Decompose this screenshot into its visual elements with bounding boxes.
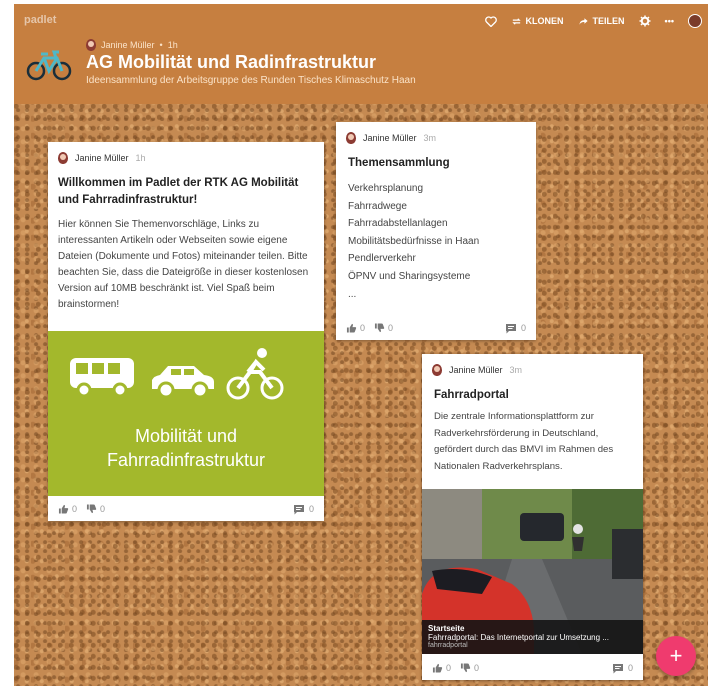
list-item: Fahrradwege [348,200,407,212]
dislike-count: 0 [100,504,106,514]
repeat-icon [511,17,521,25]
dislike-count: 0 [388,323,394,333]
list-item: Fahrradabstellanlagen [348,218,448,230]
post-time: 1h [135,153,146,163]
board-author-name: Janine Müller [101,40,155,50]
topic-list: Verkehrsplanung Fahrradwege Fahrradabste… [348,180,524,303]
post-author-name: Janine Müller [449,365,503,375]
link-site: fahrradportal [428,642,468,649]
comment-count: 0 [627,663,633,673]
comment-icon[interactable] [293,504,305,515]
thumbs-up-icon[interactable] [346,323,357,333]
post-body: Die zentrale Informationsplattform zur R… [434,411,614,472]
post-card-welcome[interactable]: Janine Müller 1h Willkommen im Padlet de… [48,142,324,521]
like-board-button[interactable] [484,15,497,27]
padlet-board: padlet KLONEN TEILEN ••• Janine Müller •… [14,4,708,686]
board-subtitle: Ideensammlung der Arbeitsgruppe des Rund… [86,75,416,86]
post-footer: 0 0 0 [336,316,536,340]
post-author-name: Janine Müller [75,153,129,163]
add-post-button[interactable]: + [656,636,696,676]
post-author: Janine Müller 3m [422,354,643,376]
share-label: TEILEN [592,16,625,26]
author-avatar [86,39,96,51]
post-author: Janine Müller 3m [336,122,536,144]
board-author: Janine Müller • 1h [86,39,178,51]
share-button[interactable]: TEILEN [578,16,625,27]
comment-icon[interactable] [612,663,624,674]
heart-icon [484,15,497,27]
post-title: Fahrradportal [434,389,509,401]
padlet-logo[interactable]: padlet [24,14,56,26]
post-author-name: Janine Müller [363,133,417,143]
post-time: 3m [509,365,523,375]
thumbs-down-icon[interactable] [374,323,385,333]
post-card-fahrradportal[interactable]: Janine Müller 3m Fahrradportal Die zentr… [422,354,643,680]
link-preview[interactable]: Startseite Fahrradportal: Das Internetpo… [422,489,643,654]
list-item: Mobilitätsbedürfnisse in Haan [348,235,480,247]
board-time: 1h [167,40,178,50]
thumbs-down-icon[interactable] [460,663,471,673]
bicycle-icon [26,50,72,81]
link-label: Startseite [428,624,465,633]
author-avatar [432,364,442,376]
post-time: 3m [423,133,437,143]
post-body: Hier können Sie Themenvorschläge, Links … [58,219,309,310]
like-count: 0 [360,323,366,333]
post-author: Janine Müller 1h [48,142,324,164]
like-count: 0 [446,663,452,673]
post-card-themensammlung[interactable]: Janine Müller 3m Themensammlung Verkehrs… [336,122,536,340]
post-footer: 0 0 0 [48,497,324,521]
mobility-image[interactable]: Mobilität und Fahrradinfrastruktur [48,331,324,496]
link-title: Fahrradportal: Das Internetportal zur Um… [428,633,609,642]
more-button[interactable]: ••• [665,16,674,26]
thumbs-down-icon[interactable] [86,504,97,514]
image-caption-line1: Mobilität und [134,426,238,446]
image-caption-line2: Fahrradinfrastruktur [106,450,266,470]
post-title: Willkommen im Padlet der RTK AG Mobilitä… [58,177,299,206]
author-avatar [58,152,68,164]
share-arrow-icon [578,17,588,25]
comment-count: 0 [308,504,314,514]
car-icon [152,366,214,399]
clone-button[interactable]: KLONEN [511,16,564,27]
cyclist-icon [226,348,284,400]
post-footer: 0 0 0 [422,656,643,680]
bus-icon [70,358,134,398]
like-count: 0 [72,504,78,514]
thumbs-up-icon[interactable] [58,504,69,514]
meta-separator: • [159,40,163,50]
thumbs-up-icon[interactable] [432,663,443,673]
post-title: Themensammlung [348,157,450,169]
list-item: Pendlerverkehr [348,253,416,265]
comment-count: 0 [520,323,526,333]
list-item: ÖPNV und Sharingsysteme [348,270,471,282]
dislike-count: 0 [474,663,480,673]
settings-button[interactable] [639,15,651,27]
clone-label: KLONEN [525,16,564,26]
comment-icon[interactable] [505,323,517,334]
list-item: Verkehrsplanung [348,183,424,194]
board-title: AG Mobilität und Radinfrastruktur [86,52,376,72]
list-item: ... [348,288,357,300]
board-header: padlet KLONEN TEILEN ••• Janine Müller •… [14,4,708,104]
author-avatar [346,132,356,144]
gear-icon [639,15,651,27]
link-caption: Startseite Fahrradportal: Das Internetpo… [422,620,643,654]
header-actions: KLONEN TEILEN ••• [484,14,702,28]
user-avatar[interactable] [688,14,702,28]
